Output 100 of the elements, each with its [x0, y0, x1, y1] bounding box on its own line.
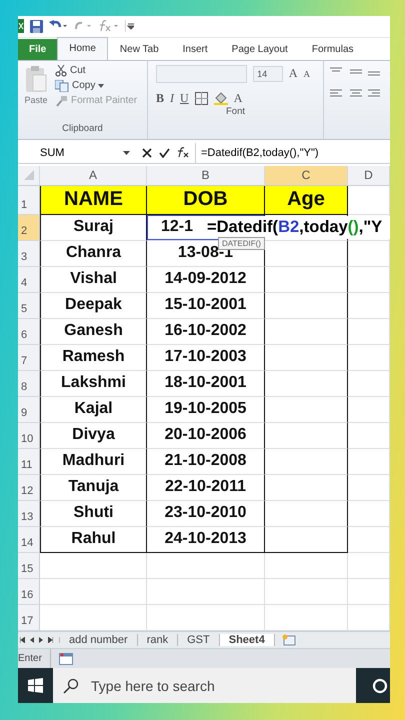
search-bar[interactable]: Type here to search — [53, 668, 356, 703]
align-left-icon[interactable] — [330, 88, 380, 99]
underline-button[interactable]: U — [180, 90, 189, 106]
group-label: Clipboard — [61, 122, 104, 136]
corner-triangle-icon — [24, 170, 34, 180]
excel-icon[interactable] — [18, 19, 24, 34]
header-cell: Age — [265, 186, 348, 215]
brush-icon — [55, 94, 68, 107]
windows-logo-icon — [28, 678, 43, 694]
row-header[interactable]: 9 — [18, 396, 40, 423]
scissors-icon — [55, 64, 67, 77]
last-sheet-icon[interactable] — [48, 637, 53, 644]
row-header[interactable]: 4 — [18, 266, 40, 293]
table-cell: 16-10-2002 — [164, 322, 246, 340]
row-header[interactable]: 2 — [18, 214, 40, 241]
table-cell: 18-10-2001 — [164, 374, 246, 392]
copy-button[interactable]: Copy — [55, 80, 138, 92]
fill-color-icon[interactable] — [214, 92, 228, 105]
row-header[interactable]: 12 — [18, 474, 40, 501]
table-cell: 22-10-2011 — [165, 478, 246, 496]
table-cell: Vishal — [40, 266, 147, 293]
table-cell: Kajal — [40, 396, 147, 423]
borders-icon[interactable] — [194, 92, 208, 105]
table-cell: Suraj — [40, 214, 147, 241]
enter-icon[interactable] — [159, 148, 170, 158]
row-header[interactable]: 6 — [18, 318, 40, 345]
column-header[interactable]: B — [147, 166, 265, 186]
function-icon[interactable] — [97, 20, 119, 32]
previous-sheet-icon[interactable] — [30, 637, 34, 644]
clipboard-icon — [25, 64, 47, 93]
row-header[interactable]: 3 — [18, 240, 40, 267]
table-cell: Ramesh — [40, 344, 147, 371]
sheet-tab[interactable]: Sheet4 — [220, 634, 275, 646]
macro-record-icon[interactable] — [58, 652, 73, 665]
font-color-button[interactable]: A — [234, 90, 242, 106]
row-header[interactable]: 5 — [18, 292, 40, 319]
dropdown-arrow-icon — [98, 84, 104, 88]
table-cell: 24-10-2013 — [164, 530, 246, 548]
column-header[interactable]: A — [40, 166, 147, 186]
table-cell: 21-10-2008 — [164, 452, 246, 470]
row-header[interactable]: 14 — [18, 526, 40, 553]
table-cell: 14-09-2012 — [164, 270, 246, 288]
row-header[interactable]: 17 — [18, 604, 40, 631]
grow-font-button[interactable]: A — [288, 66, 298, 82]
table-cell: Lakshmi — [40, 370, 147, 397]
formula-field[interactable]: =Datedif(B2,today(),"Y") — [196, 146, 319, 159]
font-size-field[interactable]: 14 — [253, 66, 283, 82]
insert-function-icon[interactable] — [177, 147, 189, 158]
cell-editor[interactable]: =Datedif(B2,today(),"Y — [205, 216, 390, 239]
table-cell: Deepak — [40, 292, 147, 319]
sheet-tab[interactable]: rank — [138, 634, 178, 646]
row-header[interactable]: 7 — [18, 344, 40, 371]
save-icon[interactable] — [30, 20, 43, 33]
table-cell: 15-10-2001 — [164, 296, 246, 314]
table-cell: Rahul — [40, 526, 147, 553]
table-cell: Chanra — [40, 240, 147, 267]
row-header[interactable]: 8 — [18, 370, 40, 397]
copy-icon — [55, 80, 69, 92]
sheet-tab[interactable]: add number — [60, 634, 138, 646]
align-top-icon[interactable] — [330, 66, 380, 77]
column-header[interactable]: C — [265, 166, 348, 186]
table-cell: Ganesh — [40, 318, 147, 345]
ribbon-tab[interactable]: New Tab — [108, 38, 171, 60]
row-header[interactable]: 13 — [18, 500, 40, 527]
table-cell: 17-10-2003 — [164, 348, 246, 366]
ribbon-tab[interactable]: Page Layout — [220, 38, 300, 60]
cut-button[interactable]: Cut — [55, 64, 138, 77]
header-cell: DOB — [147, 186, 265, 215]
next-sheet-icon[interactable] — [39, 637, 43, 644]
header-cell: NAME — [40, 186, 147, 215]
paste-button[interactable]: Paste — [21, 64, 51, 123]
row-header[interactable]: 16 — [18, 578, 40, 605]
ribbon-tab[interactable]: Insert — [170, 38, 220, 60]
bold-button[interactable]: B — [156, 90, 164, 106]
row-header[interactable]: 1 — [18, 186, 40, 215]
name-box[interactable]: SUM — [18, 146, 136, 159]
ribbon-tab[interactable]: Home — [57, 36, 108, 60]
row-header[interactable]: 10 — [18, 422, 40, 449]
ribbon-tab[interactable]: Formulas — [300, 38, 366, 60]
new-sheet-icon[interactable] — [280, 634, 297, 646]
table-cell: Madhuri — [40, 448, 147, 475]
dropdown-arrow-icon — [123, 150, 130, 155]
table-cell: 20-10-2006 — [164, 426, 246, 444]
search-icon — [63, 678, 79, 694]
cancel-icon[interactable] — [142, 148, 152, 158]
shrink-font-button[interactable]: A — [304, 68, 310, 79]
table-cell: 12-1 — [161, 218, 194, 236]
font-name-field[interactable] — [156, 64, 248, 83]
table-cell: 19-10-2005 — [164, 400, 246, 418]
table-cell: Divya — [40, 422, 147, 449]
customize-icon[interactable] — [125, 20, 134, 32]
row-header[interactable]: 11 — [18, 448, 40, 475]
row-header[interactable]: 15 — [18, 552, 40, 579]
column-header[interactable]: D — [348, 166, 390, 186]
italic-button[interactable]: I — [170, 90, 174, 106]
table-cell: Tanuja — [40, 474, 147, 501]
first-sheet-icon[interactable] — [20, 637, 25, 644]
table-cell: Shuti — [40, 500, 147, 527]
table-cell: 23-10-2010 — [164, 504, 246, 522]
ribbon-tab[interactable]: File — [18, 38, 58, 60]
